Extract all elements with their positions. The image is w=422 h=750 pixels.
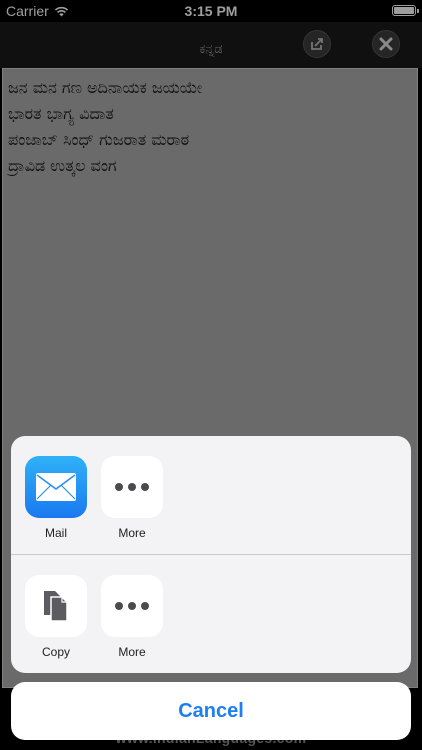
mail-tile[interactable] [25,456,87,518]
copy-tile[interactable] [25,575,87,637]
share-more-tile[interactable] [101,456,163,518]
copy-label: Copy [41,645,70,659]
share-more-label: More [118,526,146,540]
action-more-label: More [118,645,146,659]
action-row: Copy More [11,555,411,673]
copy-icon [44,591,68,622]
action-more-tile[interactable] [101,575,163,637]
share-mail-action[interactable]: Mail [25,456,87,540]
more-icon [115,602,149,610]
share-more-action[interactable]: More [101,456,163,540]
cancel-button[interactable]: Cancel [11,682,411,740]
share-sheet: Mail More Copy More [11,436,411,673]
action-more-action[interactable]: More [101,575,163,659]
share-row: Mail More [11,436,411,554]
mail-label: Mail [44,526,67,540]
copy-action[interactable]: Copy [25,575,87,659]
more-icon [115,483,149,491]
mail-icon [36,473,76,501]
